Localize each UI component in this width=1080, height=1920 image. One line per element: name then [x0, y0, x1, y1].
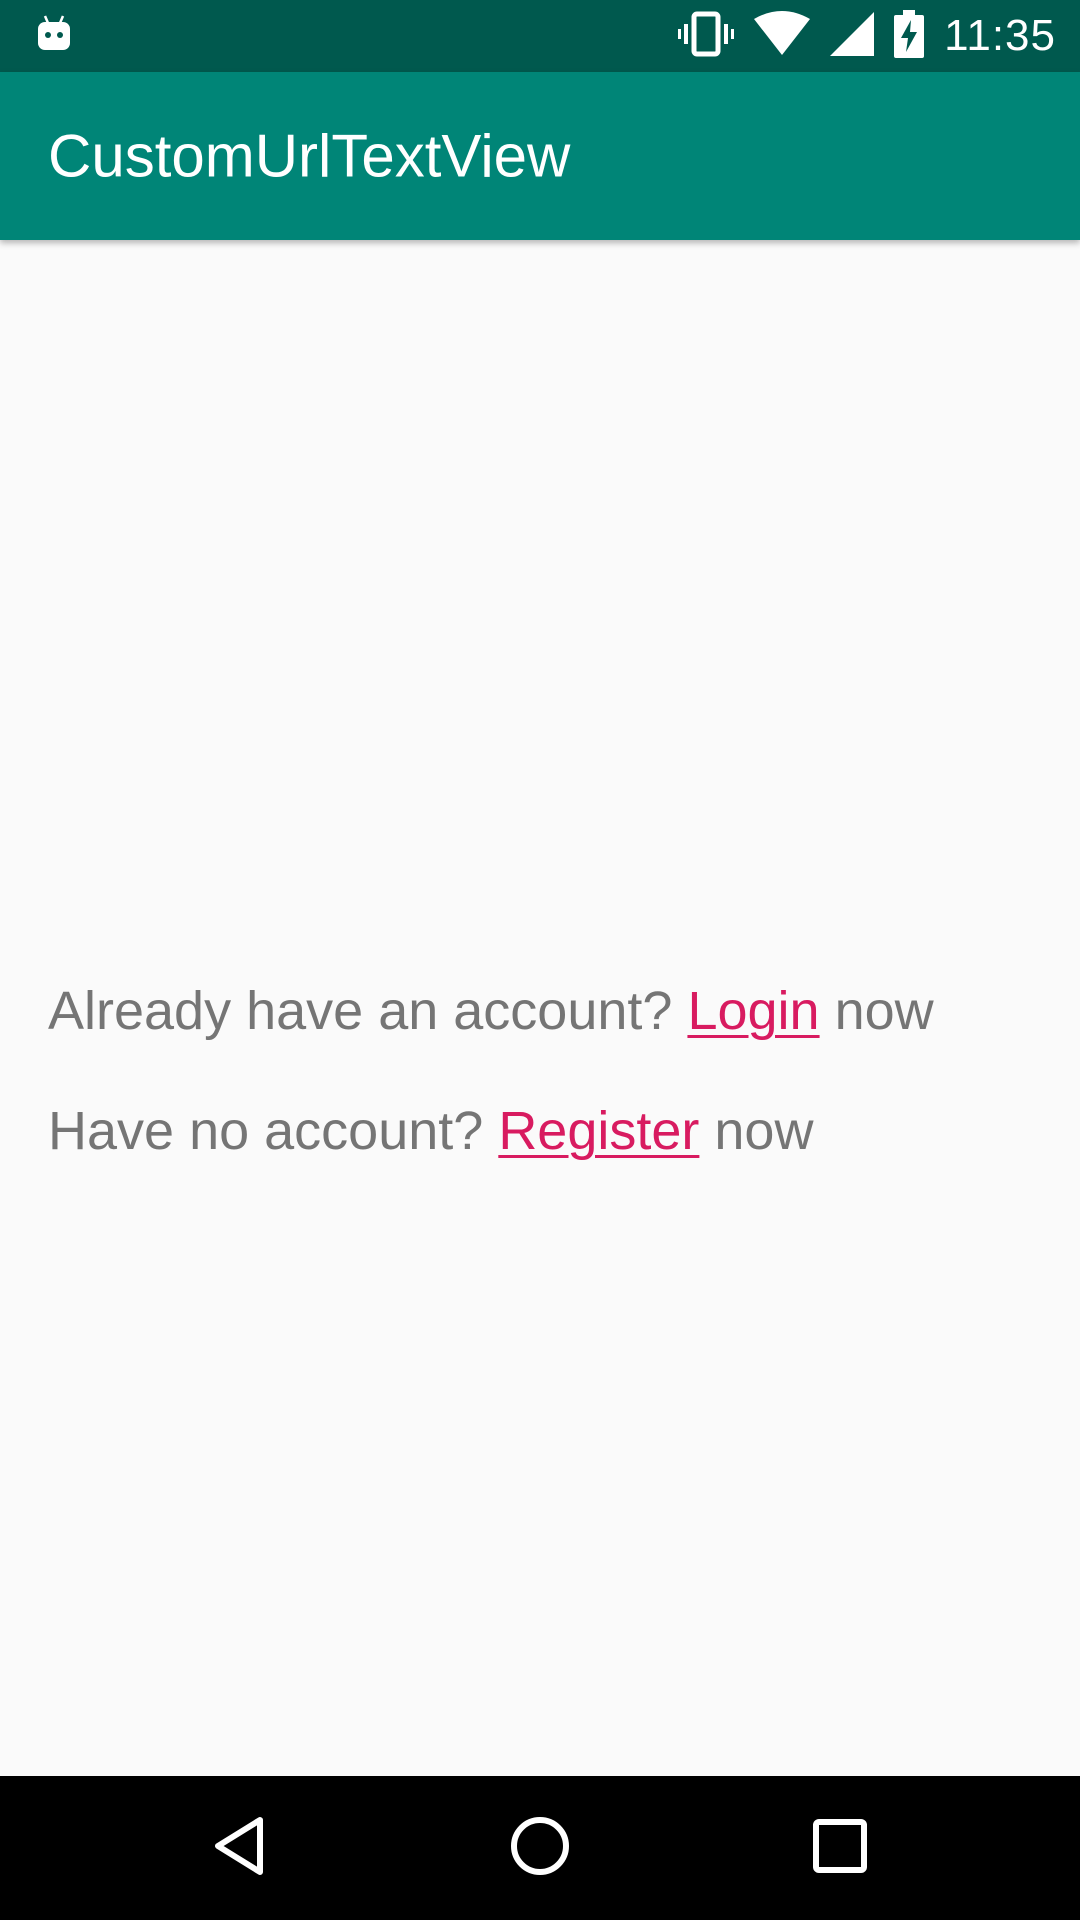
app-title: CustomUrlTextView: [48, 122, 571, 190]
back-button[interactable]: [200, 1808, 280, 1888]
register-prompt-prefix: Have no account?: [48, 1101, 499, 1161]
battery-charging-icon: [894, 9, 925, 63]
screen: 11:35 CustomUrlTextView Already have an …: [0, 0, 1080, 1920]
register-link[interactable]: Register: [498, 1101, 699, 1161]
login-prompt: Already have an account? Login now: [48, 980, 934, 1042]
status-icons: 11:35: [678, 0, 1056, 72]
android-debug-icon: [36, 14, 72, 54]
main-content: Already have an account? Login now Have …: [0, 240, 1080, 1776]
back-icon: [210, 1814, 270, 1883]
login-prompt-suffix: now: [819, 981, 934, 1041]
app-bar: CustomUrlTextView: [0, 72, 1080, 240]
login-prompt-prefix: Already have an account?: [48, 981, 688, 1041]
home-icon: [508, 1814, 572, 1883]
vibrate-icon: [678, 10, 735, 63]
login-link[interactable]: Login: [687, 981, 819, 1041]
wifi-icon: [754, 10, 811, 62]
home-button[interactable]: [500, 1808, 580, 1888]
navigation-bar: [0, 1776, 1080, 1920]
status-time: 11:35: [944, 11, 1056, 60]
recents-button[interactable]: [800, 1808, 880, 1888]
signal-icon: [830, 11, 875, 61]
register-prompt: Have no account? Register now: [48, 1100, 813, 1162]
register-prompt-suffix: now: [699, 1101, 814, 1161]
recents-icon: [812, 1818, 868, 1879]
status-bar: 11:35: [0, 0, 1080, 72]
